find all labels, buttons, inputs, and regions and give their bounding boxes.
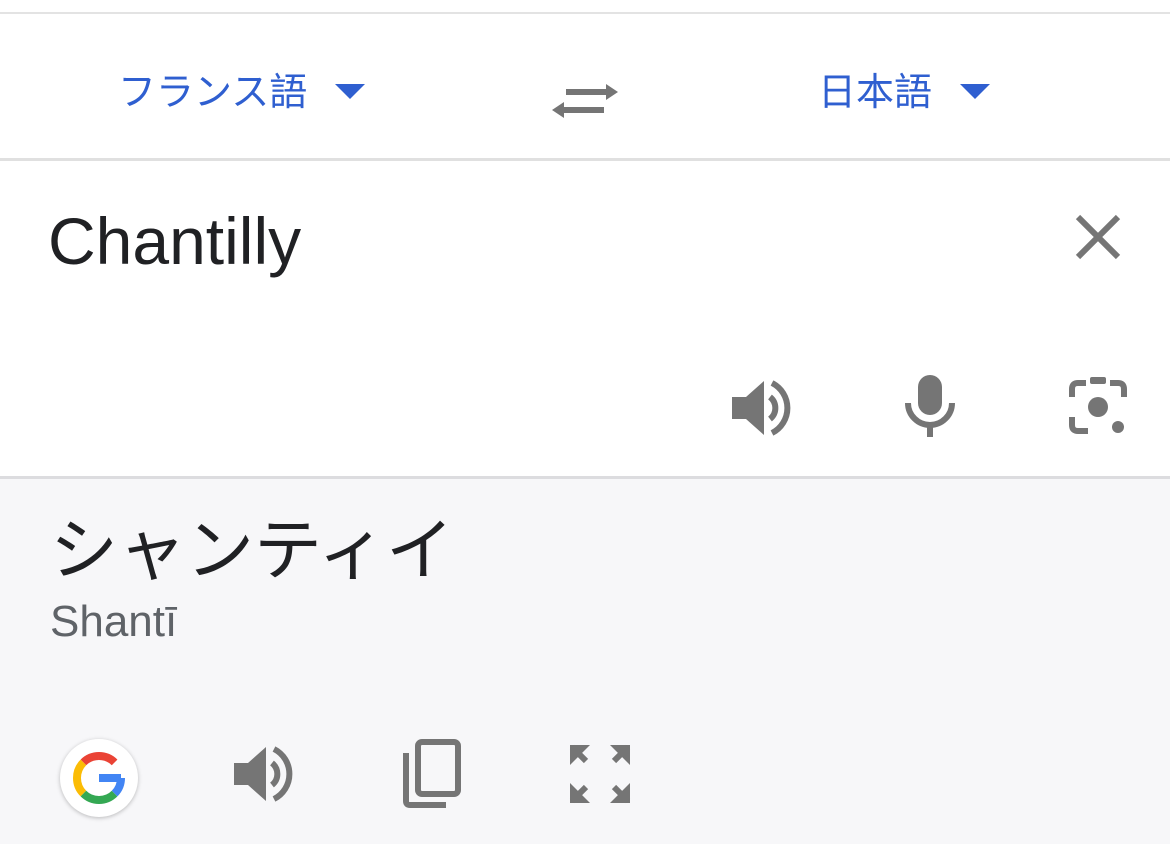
source-text[interactable]: Chantilly (48, 201, 301, 281)
source-language-dropdown-icon (335, 83, 366, 99)
source-language-label: フランス語 (118, 69, 308, 114)
camera-lens-icon[interactable] (1066, 375, 1130, 439)
copy-icon[interactable] (400, 739, 462, 809)
target-language-selector[interactable]: 日本語 (818, 64, 991, 114)
speaker-icon[interactable] (232, 743, 296, 805)
close-icon[interactable] (1072, 211, 1124, 263)
target-language-label: 日本語 (818, 69, 933, 114)
language-bar: フランス語 日本語 (0, 14, 1170, 158)
microphone-icon[interactable] (904, 373, 956, 439)
google-g-icon (72, 751, 126, 805)
romanization-text: Shantī (50, 597, 178, 646)
swap-arrows-icon[interactable] (552, 76, 618, 126)
source-input-area[interactable]: Chantilly (0, 161, 1170, 476)
translation-output-area: シャンティイ Shantī (0, 479, 1170, 844)
source-language-selector[interactable]: フランス語 (118, 64, 366, 114)
translated-text: シャンティイ (50, 512, 454, 591)
google-logo-icon[interactable] (60, 739, 138, 817)
speaker-icon[interactable] (730, 377, 794, 439)
fullscreen-icon[interactable] (568, 743, 632, 805)
target-language-dropdown-icon (960, 83, 991, 99)
